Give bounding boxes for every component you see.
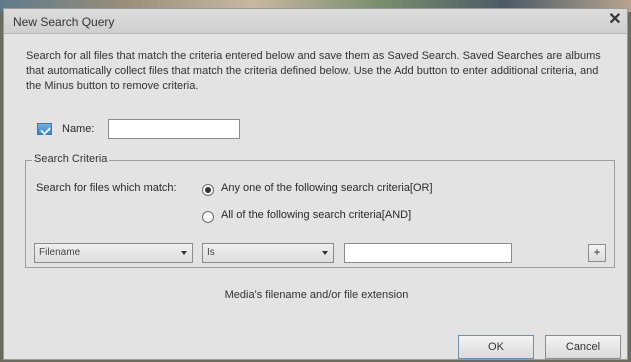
- search-criteria-group: Search Criteria Search for files which m…: [25, 153, 615, 268]
- match-label: Search for files which match:: [36, 182, 177, 194]
- criteria-value-input[interactable]: [344, 243, 512, 263]
- chevron-down-icon: [322, 251, 328, 255]
- instructions-text: Search for all files that match the crit…: [26, 50, 601, 92]
- criteria-help-text: Media's filename and/or file extension: [224, 289, 409, 301]
- radio-any-or-label[interactable]: Any one of the following search criteria…: [221, 182, 433, 194]
- name-label: Name:: [62, 123, 95, 135]
- name-input[interactable]: [108, 119, 240, 139]
- criteria-field-value: Filename: [39, 247, 81, 258]
- chevron-down-icon: [181, 251, 187, 255]
- new-search-query-dialog: New Search Query ✕ Search for all files …: [3, 8, 628, 360]
- radio-any-or[interactable]: [202, 184, 214, 196]
- criteria-operator-value: Is: [207, 247, 215, 258]
- radio-all-and[interactable]: [202, 211, 214, 223]
- search-criteria-legend: Search Criteria: [32, 153, 110, 165]
- criteria-operator-select[interactable]: Is: [202, 243, 334, 263]
- radio-all-and-label[interactable]: All of the following search criteria[AND…: [221, 209, 411, 221]
- criteria-field-select[interactable]: Filename: [34, 243, 193, 263]
- title-bar: New Search Query ✕: [4, 9, 627, 34]
- ok-button[interactable]: OK: [458, 335, 534, 359]
- close-icon[interactable]: ✕: [607, 11, 623, 29]
- dialog-title: New Search Query: [13, 15, 115, 29]
- smart-album-icon: [37, 123, 52, 135]
- cancel-button[interactable]: Cancel: [545, 335, 621, 359]
- add-criteria-button[interactable]: +: [588, 244, 606, 262]
